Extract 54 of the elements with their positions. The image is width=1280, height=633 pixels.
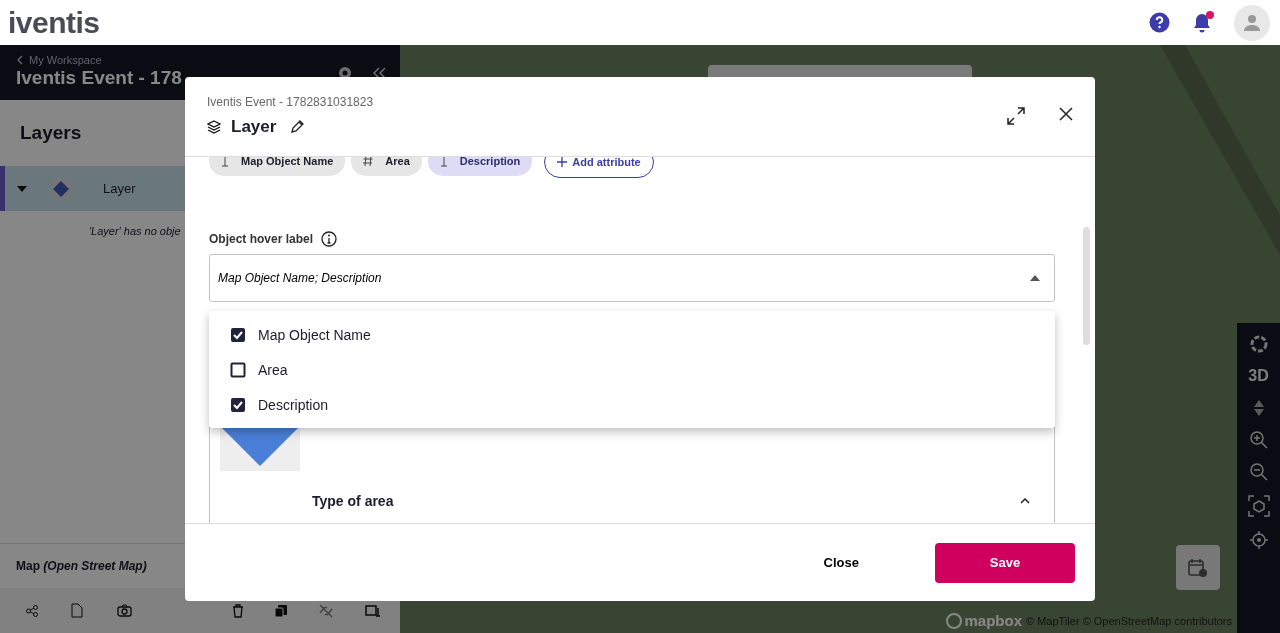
add-attribute-button[interactable]: Add attribute xyxy=(544,157,654,178)
dialog-subtitle: Iventis Event - 1782831031823 xyxy=(207,95,375,109)
checked-checkbox[interactable] xyxy=(230,326,246,343)
help-icon[interactable] xyxy=(1149,12,1170,33)
dropdown-caret-icon xyxy=(1030,275,1040,281)
copy-icon[interactable] xyxy=(274,603,288,618)
hover-label-select[interactable]: Map Object Name; Description xyxy=(209,254,1055,302)
info-icon xyxy=(321,231,338,247)
back-chevron-icon xyxy=(16,55,23,65)
section-heading: Type of area xyxy=(312,493,395,509)
zoom-in-icon[interactable] xyxy=(1249,431,1268,449)
locate-icon[interactable] xyxy=(1249,531,1268,549)
resize-icon[interactable] xyxy=(364,603,380,618)
share-icon[interactable] xyxy=(26,604,38,617)
app-logo: iventis xyxy=(8,5,100,40)
camera-icon[interactable] xyxy=(117,604,132,617)
trash-icon[interactable] xyxy=(232,603,244,618)
scrollbar[interactable] xyxy=(1083,227,1090,345)
option-label[interactable]: Map Object Name xyxy=(258,326,371,343)
collapse-icon xyxy=(372,67,386,79)
notification-bell-icon[interactable] xyxy=(1192,11,1212,34)
mapbox-logo: mapbox xyxy=(945,612,1023,629)
calendar-clock-icon[interactable] xyxy=(1176,545,1220,590)
save-button[interactable]: Save xyxy=(935,542,1075,583)
checked-checkbox[interactable] xyxy=(230,396,246,413)
hash-icon xyxy=(363,157,374,167)
diamond-icon xyxy=(51,178,71,199)
attribute-chip[interactable]: Area xyxy=(351,157,422,176)
pdf-file-icon[interactable] xyxy=(71,603,84,618)
attribute-chip[interactable]: Map Object Name xyxy=(209,157,346,176)
close-button[interactable]: Close xyxy=(807,545,875,580)
cube-frame-icon[interactable] xyxy=(1247,495,1270,517)
user-avatar[interactable] xyxy=(1234,4,1270,41)
text-cursor-icon xyxy=(221,157,229,167)
zoom-out-icon[interactable] xyxy=(1249,463,1268,481)
pencil-icon[interactable] xyxy=(290,120,305,134)
aperture-icon[interactable] xyxy=(1249,335,1268,353)
plus-icon xyxy=(557,157,568,167)
attribute-chip[interactable]: Description xyxy=(427,157,533,176)
section-title: Layers xyxy=(20,122,82,144)
empty-message: 'Layer' has no obje xyxy=(89,225,182,237)
unlink-icon[interactable] xyxy=(318,603,334,618)
checkbox[interactable] xyxy=(230,361,246,378)
option-label[interactable]: Description xyxy=(258,396,329,413)
pitch-icon[interactable] xyxy=(1252,399,1265,417)
area-preview-icon xyxy=(220,426,300,471)
workspace-title: Iventis Event - 178 xyxy=(16,67,183,89)
option-label[interactable]: Area xyxy=(258,361,288,378)
text-cursor-icon xyxy=(439,157,448,167)
layers-icon xyxy=(207,120,221,134)
field-label: Object hover label xyxy=(209,232,314,246)
toggle-3d-button[interactable]: 3D xyxy=(1248,367,1269,385)
dialog-title: Layer xyxy=(231,117,277,137)
layer-name: Layer xyxy=(103,181,136,196)
